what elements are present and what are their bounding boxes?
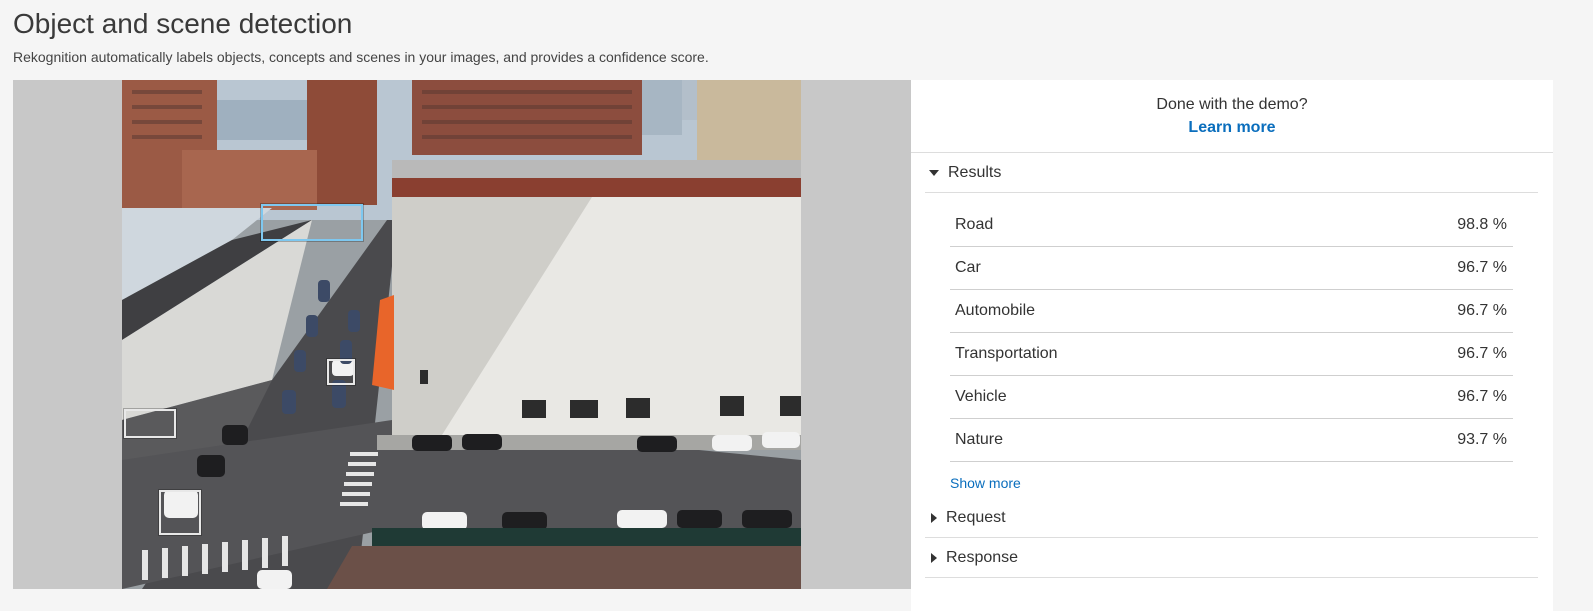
result-row[interactable]: Transportation 96.7 % xyxy=(950,333,1513,376)
request-section-toggle[interactable]: Request xyxy=(925,498,1538,538)
show-more-link[interactable]: Show more xyxy=(950,475,1553,498)
page-subtitle: Rekognition automatically labels objects… xyxy=(13,49,709,65)
result-row[interactable]: Vehicle 96.7 % xyxy=(950,376,1513,419)
response-section-label: Response xyxy=(946,549,1019,566)
learn-more-link[interactable]: Learn more xyxy=(1188,119,1275,137)
result-label: Vehicle xyxy=(955,388,1007,405)
collapsed-sections: Request Response xyxy=(911,498,1553,578)
result-row[interactable]: Car 96.7 % xyxy=(950,247,1513,290)
demo-question: Done with the demo? xyxy=(1156,96,1308,113)
bounding-box-selected[interactable] xyxy=(261,204,363,241)
result-confidence: 96.7 % xyxy=(1457,259,1507,276)
caret-down-icon xyxy=(929,169,939,176)
caret-right-icon xyxy=(931,512,937,523)
result-label: Road xyxy=(955,216,994,233)
request-section-label: Request xyxy=(946,509,1006,526)
result-label: Automobile xyxy=(955,302,1036,319)
bounding-box-car[interactable] xyxy=(327,359,355,385)
result-confidence: 96.7 % xyxy=(1457,302,1507,319)
results-section-label: Results xyxy=(948,164,1002,181)
result-label: Car xyxy=(955,259,981,276)
response-section-toggle[interactable]: Response xyxy=(925,538,1538,578)
result-confidence: 96.7 % xyxy=(1457,345,1507,362)
result-confidence: 96.7 % xyxy=(1457,388,1507,405)
results-panel: Done with the demo? Learn more Results R… xyxy=(911,80,1553,611)
result-label: Transportation xyxy=(955,345,1058,362)
image-panel xyxy=(13,80,911,589)
demo-header: Done with the demo? Learn more xyxy=(911,80,1553,153)
result-row[interactable]: Automobile 96.7 % xyxy=(950,290,1513,333)
page-title: Object and scene detection xyxy=(13,8,353,39)
caret-right-icon xyxy=(931,552,937,563)
results-section-toggle[interactable]: Results xyxy=(925,153,1538,193)
analyzed-image xyxy=(122,80,801,589)
result-confidence: 93.7 % xyxy=(1457,431,1507,448)
bounding-box-car[interactable] xyxy=(159,490,201,535)
bounding-box-car[interactable] xyxy=(124,409,176,438)
result-row[interactable]: Road 98.8 % xyxy=(950,204,1513,247)
result-label: Nature xyxy=(955,431,1004,448)
result-row[interactable]: Nature 93.7 % xyxy=(950,419,1513,462)
result-confidence: 98.8 % xyxy=(1457,216,1507,233)
results-list: Road 98.8 % Car 96.7 % Automobile 96.7 %… xyxy=(950,204,1513,462)
